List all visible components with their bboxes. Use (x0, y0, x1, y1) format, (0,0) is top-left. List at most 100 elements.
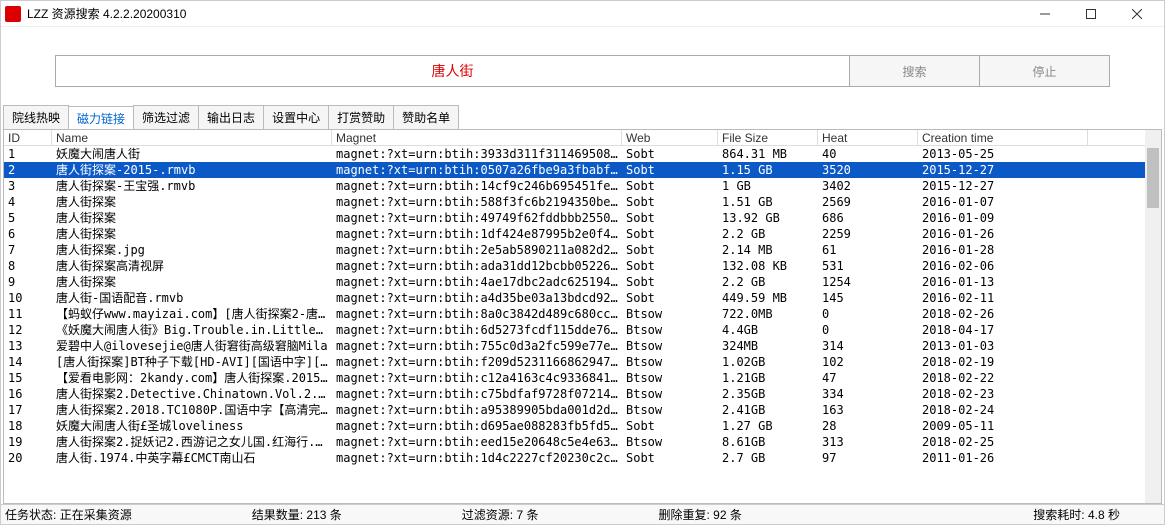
cell-web: Sobt (622, 290, 718, 306)
task-value: 正在采集资源 (60, 508, 132, 522)
cell-heat: 0 (818, 306, 918, 322)
cell-web: Sobt (622, 210, 718, 226)
cell-time: 2018-04-17 (918, 322, 1088, 338)
col-magnet[interactable]: Magnet (332, 130, 622, 145)
scrollbar-thumb[interactable] (1147, 148, 1159, 208)
minimize-button[interactable] (1022, 2, 1068, 26)
cell-web: Sobt (622, 450, 718, 466)
cell-size: 324MB (718, 338, 818, 354)
cell-id: 2 (4, 162, 52, 178)
cell-id: 9 (4, 274, 52, 290)
table-row[interactable]: 5唐人街探案magnet:?xt=urn:btih:49749f62fddbbb… (4, 210, 1161, 226)
cell-heat: 1254 (818, 274, 918, 290)
col-time[interactable]: Creation time (918, 130, 1088, 145)
cell-magnet: magnet:?xt=urn:btih:ada31dd12bcbb05226a6… (332, 258, 622, 274)
tab-filter[interactable]: 筛选过滤 (133, 105, 199, 129)
cell-name: 唐人街探案 (52, 226, 332, 242)
results-table: ID Name Magnet Web File Size Heat Creati… (3, 129, 1162, 504)
time-label: 搜索耗时: (1033, 508, 1084, 522)
col-name[interactable]: Name (52, 130, 332, 145)
table-row[interactable]: 15【爱看电影网：2kandy.com】唐人街探案.2015...magnet:… (4, 370, 1161, 386)
cell-id: 7 (4, 242, 52, 258)
maximize-button[interactable] (1068, 2, 1114, 26)
table-row[interactable]: 9唐人街探案magnet:?xt=urn:btih:4ae17dbc2adc62… (4, 274, 1161, 290)
cell-heat: 47 (818, 370, 918, 386)
cell-id: 3 (4, 178, 52, 194)
task-label: 任务状态: (5, 508, 56, 522)
col-web[interactable]: Web (622, 130, 718, 145)
table-row[interactable]: 6唐人街探案magnet:?xt=urn:btih:1df424e87995b2… (4, 226, 1161, 242)
table-row[interactable]: 18妖魔大闹唐人街£圣城lovelinessmagnet:?xt=urn:bti… (4, 418, 1161, 434)
table-row[interactable]: 2唐人街探案-2015-.rmvbmagnet:?xt=urn:btih:050… (4, 162, 1161, 178)
vertical-scrollbar[interactable] (1145, 130, 1161, 503)
cell-name: 唐人街探案-2015-.rmvb (52, 162, 332, 178)
cell-id: 15 (4, 370, 52, 386)
cell-size: 13.92 GB (718, 210, 818, 226)
cell-heat: 3520 (818, 162, 918, 178)
cell-magnet: magnet:?xt=urn:btih:f209d52311668629479.… (332, 354, 622, 370)
table-row[interactable]: 3唐人街探案-王宝强.rmvbmagnet:?xt=urn:btih:14cf9… (4, 178, 1161, 194)
table-row[interactable]: 17唐人街探案2.2018.TC1080P.国语中字【高清完...magnet:… (4, 402, 1161, 418)
table-row[interactable]: 8唐人街探案高清视屏magnet:?xt=urn:btih:ada31dd12b… (4, 258, 1161, 274)
table-row[interactable]: 19唐人街探案2.捉妖记2.西游记之女儿国.红海行...magnet:?xt=u… (4, 434, 1161, 450)
cell-time: 2013-01-03 (918, 338, 1088, 354)
table-row[interactable]: 11【蚂蚁仔www.mayizai.com】[唐人街探案2-唐...magnet… (4, 306, 1161, 322)
table-row[interactable]: 16唐人街探案2.Detective.Chinatown.Vol.2.201..… (4, 386, 1161, 402)
tab-log[interactable]: 输出日志 (198, 105, 264, 129)
cell-name: 唐人街探案2.捉妖记2.西游记之女儿国.红海行... (52, 434, 332, 450)
table-row[interactable]: 4唐人街探案magnet:?xt=urn:btih:588f3fc6b21943… (4, 194, 1161, 210)
cell-id: 16 (4, 386, 52, 402)
table-header: ID Name Magnet Web File Size Heat Creati… (4, 130, 1161, 146)
tab-donate[interactable]: 打赏赞助 (328, 105, 394, 129)
cell-heat: 61 (818, 242, 918, 258)
col-size[interactable]: File Size (718, 130, 818, 145)
cell-time: 2018-02-23 (918, 386, 1088, 402)
cell-size: 2.2 GB (718, 226, 818, 242)
stop-button[interactable]: 停止 (979, 56, 1109, 86)
cell-web: Btsow (622, 386, 718, 402)
tab-settings[interactable]: 设置中心 (263, 105, 329, 129)
cell-id: 18 (4, 418, 52, 434)
cell-web: Btsow (622, 322, 718, 338)
table-row[interactable]: 7唐人街探案.jpgmagnet:?xt=urn:btih:2e5ab58902… (4, 242, 1161, 258)
search-button[interactable]: 搜索 (849, 56, 979, 86)
tab-donors[interactable]: 赞助名单 (393, 105, 459, 129)
table-row[interactable]: 13爱碧中人@ilovesejie@唐人街窘街高级窘脑Milamagnet:?x… (4, 338, 1161, 354)
tab-cinema[interactable]: 院线热映 (3, 105, 69, 129)
cell-web: Sobt (622, 274, 718, 290)
cell-size: 2.41GB (718, 402, 818, 418)
tab-magnet[interactable]: 磁力链接 (68, 106, 134, 130)
cell-magnet: magnet:?xt=urn:btih:1d4c2227cf20230c2c3d… (332, 450, 622, 466)
cell-size: 1.27 GB (718, 418, 818, 434)
col-heat[interactable]: Heat (818, 130, 918, 145)
cell-name: 唐人街探案-王宝强.rmvb (52, 178, 332, 194)
cell-time: 2011-01-26 (918, 450, 1088, 466)
cell-size: 722.0MB (718, 306, 818, 322)
cell-heat: 40 (818, 146, 918, 162)
cell-magnet: magnet:?xt=urn:btih:755c0d3a2fc599e77e1a… (332, 338, 622, 354)
cell-id: 10 (4, 290, 52, 306)
count-value: 213 条 (306, 508, 341, 522)
table-row[interactable]: 10唐人街-国语配音.rmvbmagnet:?xt=urn:btih:a4d35… (4, 290, 1161, 306)
cell-time: 2018-02-25 (918, 434, 1088, 450)
cell-web: Btsow (622, 402, 718, 418)
close-button[interactable] (1114, 2, 1160, 26)
cell-web: Sobt (622, 146, 718, 162)
search-input[interactable] (56, 56, 849, 86)
cell-magnet: magnet:?xt=urn:btih:4ae17dbc2adc62519434… (332, 274, 622, 290)
status-bar: 任务状态: 正在采集资源 结果数量: 213 条 过滤资源: 7 条 删除重复:… (1, 504, 1164, 524)
cell-name: 妖魔大闹唐人街 (52, 146, 332, 162)
cell-time: 2016-01-09 (918, 210, 1088, 226)
table-row[interactable]: 1妖魔大闹唐人街magnet:?xt=urn:btih:3933d311f311… (4, 146, 1161, 162)
cell-time: 2016-01-26 (918, 226, 1088, 242)
cell-web: Sobt (622, 226, 718, 242)
cell-magnet: magnet:?xt=urn:btih:1df424e87995b2e0f454… (332, 226, 622, 242)
table-row[interactable]: 14[唐人街探案]BT种子下载[HD-AVI][国语中字][...magnet:… (4, 354, 1161, 370)
cell-size: 2.7 GB (718, 450, 818, 466)
cell-id: 20 (4, 450, 52, 466)
table-row[interactable]: 20唐人街.1974.中英字幕£CMCT南山石magnet:?xt=urn:bt… (4, 450, 1161, 466)
cell-size: 1.21GB (718, 370, 818, 386)
table-row[interactable]: 12《妖魔大闹唐人街》Big.Trouble.in.Little.C...mag… (4, 322, 1161, 338)
col-id[interactable]: ID (4, 130, 52, 145)
cell-web: Btsow (622, 434, 718, 450)
